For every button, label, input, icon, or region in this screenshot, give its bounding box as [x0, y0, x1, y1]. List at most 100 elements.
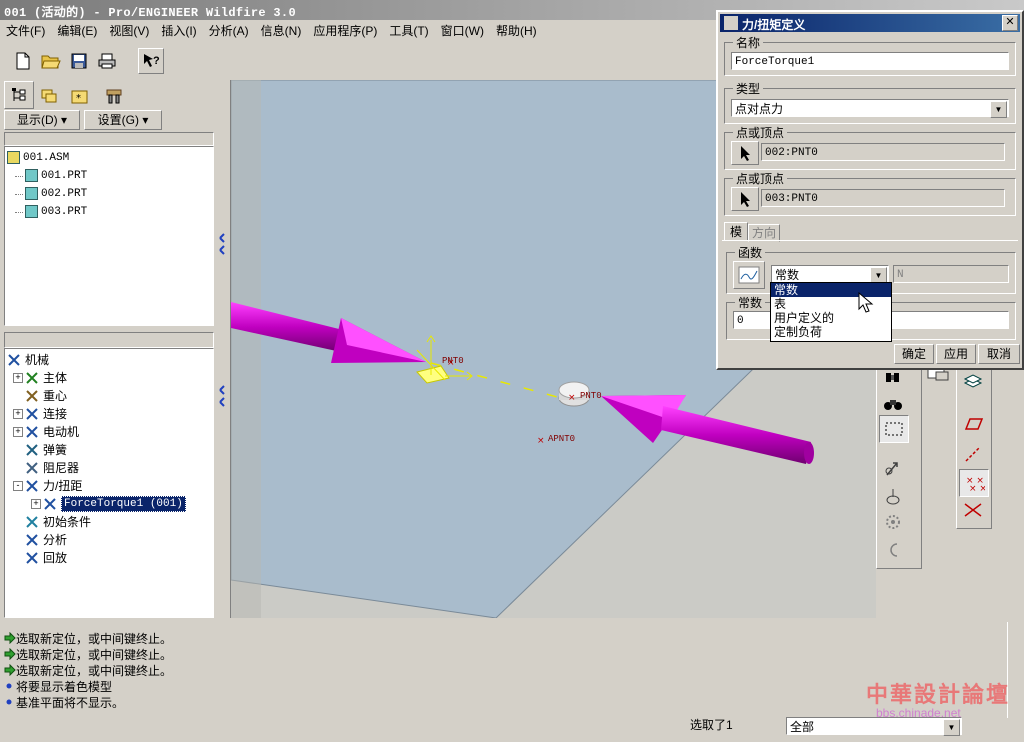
model-tree-item[interactable]: 003.PRT — [7, 203, 207, 221]
settings-dropdown-button[interactable]: 设置(G) ▾ — [84, 110, 162, 130]
graph-function-icon[interactable] — [733, 261, 765, 289]
center-of-gravity-icon — [25, 389, 39, 403]
datum-axis-icon[interactable] — [959, 441, 987, 467]
message-line: 选取新定位，或中间键终止。 — [4, 630, 172, 647]
select-point2-button[interactable] — [731, 187, 759, 211]
servo-motor-icon[interactable] — [879, 455, 907, 481]
mechanism-icon — [7, 353, 21, 367]
context-help-icon[interactable]: ? — [138, 48, 164, 74]
mechanism-tree-item[interactable]: 回放 — [7, 549, 207, 567]
mechanism-tree-label: 力/扭距 — [43, 479, 83, 493]
mechanism-tree-item[interactable]: 初始条件 — [7, 513, 207, 531]
menu-analysis[interactable]: 分析(A) — [203, 21, 255, 41]
cancel-button[interactable]: 取消 — [978, 344, 1020, 364]
tree-expander[interactable]: + — [13, 427, 23, 437]
binoculars-icon[interactable] — [879, 391, 907, 417]
info-bullet-icon — [4, 680, 16, 694]
coordinate-system-icon[interactable] — [959, 497, 987, 523]
display-dropdown-button[interactable]: 显示(D) ▾ — [4, 110, 80, 130]
unit-field: N — [893, 265, 1009, 283]
model-tree-item[interactable]: 001.PRT — [7, 167, 207, 185]
damper-icon — [25, 461, 39, 475]
close-icon[interactable]: ✕ — [1002, 15, 1018, 31]
dialog-icon — [724, 16, 738, 30]
chevron-down-icon[interactable]: ▼ — [990, 101, 1007, 118]
mechanism-tree-item[interactable]: + 主体 — [7, 369, 207, 387]
mechanism-tree-item[interactable]: + ForceTorque1 (001) — [7, 495, 207, 513]
menu-view[interactable]: 视图(V) — [103, 21, 155, 41]
model-tree-item[interactable]: 002.PRT — [7, 185, 207, 203]
favorites-tab-icon[interactable]: * — [66, 83, 94, 109]
mechanism-tree-item[interactable]: 阻尼器 — [7, 459, 207, 477]
dialog-title-bar: 力/扭矩定义 ✕ — [720, 14, 1020, 32]
message-line: 选取新定位，或中间键终止。 — [4, 646, 172, 663]
window-title: 001 (活动的) - Pro/ENGINEER Wildfire 3.0 — [4, 6, 296, 20]
mechanism-tree-item[interactable]: 弹簧 — [7, 441, 207, 459]
save-icon[interactable] — [68, 50, 90, 72]
selection-filter[interactable]: 全部 ▼ — [786, 717, 962, 736]
point2-label: 点或顶点 — [733, 170, 788, 187]
tree-expander[interactable]: + — [13, 373, 23, 383]
initial-condition-icon — [25, 515, 39, 529]
spring-icon[interactable] — [879, 483, 907, 509]
mechanism-tree-item[interactable]: 机械 — [7, 351, 207, 369]
menu-info[interactable]: 信息(N) — [255, 21, 308, 41]
mouse-cursor-icon — [858, 292, 874, 313]
point2-field[interactable]: 003:PNT0 — [761, 189, 1005, 207]
name-field[interactable]: ForceTorque1 — [731, 52, 1009, 70]
panel-sash[interactable] — [216, 80, 231, 618]
apply-button[interactable]: 应用 — [936, 344, 976, 364]
point2-group: 点或顶点 003:PNT0 — [724, 170, 1016, 216]
tree-expander[interactable]: + — [31, 499, 41, 509]
mechanism-tree-item[interactable]: 重心 — [7, 387, 207, 405]
select-point1-button[interactable] — [731, 141, 759, 165]
mechanism-tree-item[interactable]: + 电动机 — [7, 423, 207, 441]
menu-tools[interactable]: 工具(T) — [383, 21, 434, 41]
mechanism-tree-item[interactable]: + 连接 — [7, 405, 207, 423]
menu-applications[interactable]: 应用程序(P) — [307, 21, 383, 41]
navigator-panel: * 显示(D) ▾ 设置(G) ▾ 001.ASM 001.PRT 002.PRT 0… — [0, 78, 216, 618]
point1-field[interactable]: 002:PNT0 — [761, 143, 1005, 161]
mechanism-tree-label: 阻尼器 — [43, 461, 80, 475]
menu-help[interactable]: 帮助(H) — [490, 21, 543, 41]
mechanism-tree-item[interactable]: 分析 — [7, 531, 207, 549]
message-text: 选取新定位，或中间键终止。 — [16, 632, 173, 646]
mechanism-tree-item[interactable]: - 力/扭距 — [7, 477, 207, 495]
model-tree-label: 001.PRT — [41, 170, 88, 182]
model-tree: 001.ASM 001.PRT 002.PRT 003.PRT — [4, 146, 214, 326]
model-tree-tab-icon[interactable] — [4, 81, 34, 109]
type-combo[interactable]: 点对点力 ▼ — [731, 99, 1009, 118]
message-text: 将要显示着色模型 — [16, 680, 113, 694]
tree-expander[interactable]: + — [13, 409, 23, 419]
svg-text:× ×: × × — [969, 484, 985, 492]
box-select-icon[interactable] — [879, 415, 909, 443]
layers-tab-icon[interactable] — [36, 83, 64, 109]
force-torque-icon — [25, 479, 39, 493]
datum-plane-icon[interactable] — [959, 411, 987, 437]
menu-edit[interactable]: 编辑(E) — [51, 21, 103, 41]
model-tree-label: 003.PRT — [41, 206, 88, 218]
ok-button[interactable]: 确定 — [894, 344, 934, 364]
open-folder-icon[interactable] — [40, 50, 62, 72]
tree-expander[interactable]: - — [13, 481, 23, 491]
damper-icon[interactable] — [879, 537, 907, 563]
function-combo[interactable]: 常数 ▼ — [771, 265, 889, 284]
menu-window[interactable]: 窗口(W) — [435, 21, 490, 41]
menu-file[interactable]: 文件(F) — [0, 21, 51, 41]
tab-magnitude[interactable]: 模 — [724, 222, 748, 241]
model-tree-item[interactable]: 001.ASM — [7, 149, 207, 167]
layers-icon[interactable] — [959, 369, 987, 395]
svg-text:*: * — [76, 93, 81, 104]
pnt-label-left: PNT0 — [442, 356, 464, 366]
menu-insert[interactable]: 插入(I) — [155, 21, 202, 41]
gear-icon[interactable] — [879, 509, 907, 535]
datum-point-icon[interactable]: × × × × — [959, 469, 989, 497]
print-icon[interactable] — [96, 50, 118, 72]
mechanism-tree-label: 主体 — [43, 371, 68, 385]
dropdown-option[interactable]: 定制负荷 — [771, 325, 891, 339]
chevron-down-icon[interactable]: ▼ — [943, 719, 960, 736]
message-scrollbar[interactable] — [1007, 622, 1022, 718]
connections-tab-icon[interactable] — [100, 83, 128, 109]
message-text: 基准平面将不显示。 — [16, 696, 125, 710]
new-file-icon[interactable] — [12, 50, 34, 72]
